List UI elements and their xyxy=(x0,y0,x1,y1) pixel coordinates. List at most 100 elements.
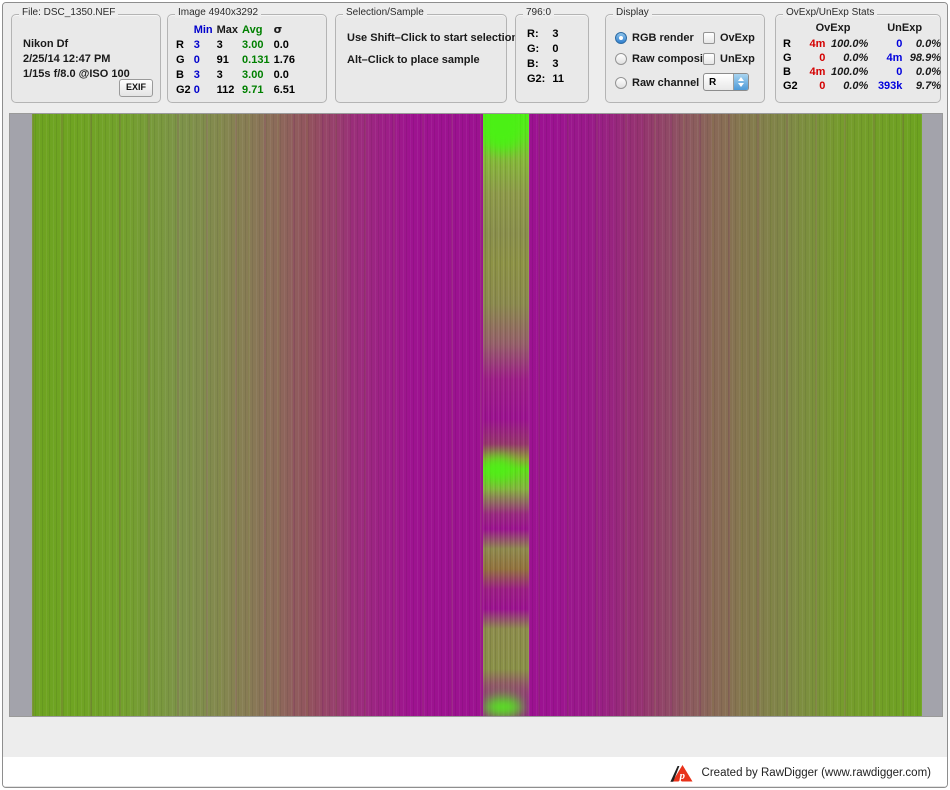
ovexp-unexp-stats-panel: OvExp/UnExp Stats OvExp UnExp R 4m 100.0… xyxy=(775,7,941,103)
stats-header-row: Min Max Avg σ xyxy=(176,23,299,38)
stats-channel: B xyxy=(176,69,184,81)
exif-button[interactable]: EXIF xyxy=(119,79,153,97)
raw-channel-value: R xyxy=(709,76,717,88)
pixel-label: G: xyxy=(527,43,540,55)
image-stats-panel: Image 4940x3292 Min Max Avg σ R 3 3 3.00… xyxy=(167,7,327,103)
stats-header-avg: Avg xyxy=(242,24,263,36)
stats-max: 3 xyxy=(216,39,223,51)
image-stats-title: Image 4940x3292 xyxy=(175,7,262,18)
radio-rgb-render[interactable]: RGB render xyxy=(615,32,694,44)
pixel-label: G2: xyxy=(527,73,546,85)
ovexp-count: 4m xyxy=(809,66,826,78)
pixel-value: 0 xyxy=(552,43,559,55)
raw-channel-select[interactable]: R xyxy=(703,73,749,91)
pixel-values-table: R: 3 G: 0 B: 3 G2: 11 xyxy=(527,27,564,87)
unexp-count: 0 xyxy=(896,38,903,50)
table-row: R 4m 100.0% 0 0.0% xyxy=(783,37,941,51)
selection-hint-lines: Use Shift–Click to start selection Alt–C… xyxy=(347,27,518,71)
image-stats-table: Min Max Avg σ R 3 3 3.00 0.0 G 0 91 0.13… xyxy=(176,23,299,98)
table-row: G2 0 0.0% 393k 9.7% xyxy=(783,79,941,93)
radio-raw-composite-label: Raw composite xyxy=(632,53,713,65)
capture-datetime: 2/25/14 12:47 PM xyxy=(23,53,111,65)
unexp-count: 4m xyxy=(886,52,903,64)
unexp-percent: 0.0% xyxy=(915,66,941,78)
radio-raw-composite[interactable]: Raw composite xyxy=(615,53,713,65)
selection-sample-panel: Selection/Sample Use Shift–Click to star… xyxy=(335,7,518,103)
ovexp-count: 0 xyxy=(819,52,826,64)
checkbox-icon xyxy=(703,53,715,65)
stats-min: 3 xyxy=(193,69,200,81)
bottom-toolbar: Black Level: (16380,15520,16380,15520) R… xyxy=(3,719,947,757)
radio-button-icon xyxy=(615,32,627,44)
stats-channel: G2 xyxy=(176,84,191,96)
ovexp-channel: R xyxy=(783,38,791,50)
pixel-coordinates-label: 796:0 xyxy=(523,7,555,18)
pixel-readout-panel: 796:0 R: 3 G: 0 B: 3 G2: 11 xyxy=(515,7,589,103)
stepper-arrows-icon[interactable] xyxy=(733,74,748,90)
table-row: G 0 91 0.131 1.76 xyxy=(176,53,299,68)
table-row: G 0 0.0% 4m 98.9% xyxy=(783,51,941,65)
stats-min: 0 xyxy=(193,54,200,66)
ovexp-percent: 0.0% xyxy=(843,52,869,64)
raw-image-render[interactable] xyxy=(32,114,922,716)
table-row: R: 3 xyxy=(527,27,564,42)
table-row: B 3 3 3.00 0.0 xyxy=(176,68,299,83)
footer-branding: p Created by RawDigger (www.rawdigger.co… xyxy=(669,763,931,783)
exposure-settings: 1/15s f/8.0 @ISO 100 xyxy=(23,68,130,80)
display-panel-title: Display xyxy=(613,7,652,18)
selection-sample-title: Selection/Sample xyxy=(343,7,427,18)
selection-hint-2: Alt–Click to place sample xyxy=(347,54,480,66)
pixel-value: 3 xyxy=(552,28,559,40)
stats-max: 112 xyxy=(216,84,235,96)
radio-button-icon xyxy=(615,53,627,65)
stats-sd: 1.76 xyxy=(273,54,295,66)
table-row: G2: 11 xyxy=(527,72,564,87)
ovexp-percent: 100.0% xyxy=(830,66,869,78)
unexp-percent: 9.7% xyxy=(915,80,941,92)
selection-hint-1: Use Shift–Click to start selection xyxy=(347,32,519,44)
stats-sd: 6.51 xyxy=(273,84,295,96)
pixel-value: 3 xyxy=(552,58,559,70)
ovexp-header-label: OvExp xyxy=(815,22,851,34)
stats-channel: G xyxy=(176,54,185,66)
checkbox-ovexp-label: OvExp xyxy=(720,32,755,44)
raw-image-fine-stripes xyxy=(32,114,922,716)
checkbox-ovexp[interactable]: OvExp xyxy=(703,32,755,44)
ovexp-count: 4m xyxy=(809,38,826,50)
ovexp-unexp-title: OvExp/UnExp Stats xyxy=(783,7,878,18)
ovexp-percent: 100.0% xyxy=(830,38,869,50)
radio-rgb-render-label: RGB render xyxy=(632,32,694,44)
unexp-header-label: UnExp xyxy=(887,22,923,34)
pixel-label: R: xyxy=(527,28,539,40)
unexp-count: 0 xyxy=(896,66,903,78)
ovexp-count: 0 xyxy=(819,80,826,92)
footer: p Created by RawDigger (www.rawdigger.co… xyxy=(3,757,947,787)
camera-model: Nikon Df xyxy=(23,38,69,50)
stats-header-min: Min xyxy=(193,24,213,36)
radio-raw-channel[interactable]: Raw channel xyxy=(615,77,699,89)
file-panel-title: File: DSC_1350.NEF xyxy=(19,7,119,18)
stats-sd: 0.0 xyxy=(273,39,289,51)
stats-corner xyxy=(176,23,194,38)
ovexp-channel: G xyxy=(783,52,792,64)
unexp-percent: 0.0% xyxy=(915,38,941,50)
ovexp-header-row: OvExp UnExp xyxy=(783,21,941,37)
table-row: R 3 3 3.00 0.0 xyxy=(176,38,299,53)
rawdigger-logo-icon: p xyxy=(669,763,694,783)
checkbox-unexp[interactable]: UnExp xyxy=(703,53,755,65)
ovexp-channel: B xyxy=(783,66,791,78)
center-band-highlight-lower xyxy=(483,696,525,716)
table-row: B: 3 xyxy=(527,57,564,72)
file-panel: File: DSC_1350.NEF Nikon Df 2/25/14 12:4… xyxy=(11,7,161,103)
image-canvas[interactable] xyxy=(9,113,943,717)
stats-header-sigma: σ xyxy=(273,23,283,36)
checkbox-unexp-label: UnExp xyxy=(720,53,755,65)
ovexp-corner xyxy=(783,21,798,37)
table-row: B 4m 100.0% 0 0.0% xyxy=(783,65,941,79)
unexp-percent: 98.9% xyxy=(909,52,941,64)
radio-button-icon xyxy=(615,77,627,89)
stats-avg: 9.71 xyxy=(242,84,264,96)
stats-max: 3 xyxy=(216,69,223,81)
raw-image-center-band xyxy=(483,114,529,716)
ovexp-channel: G2 xyxy=(783,80,798,92)
